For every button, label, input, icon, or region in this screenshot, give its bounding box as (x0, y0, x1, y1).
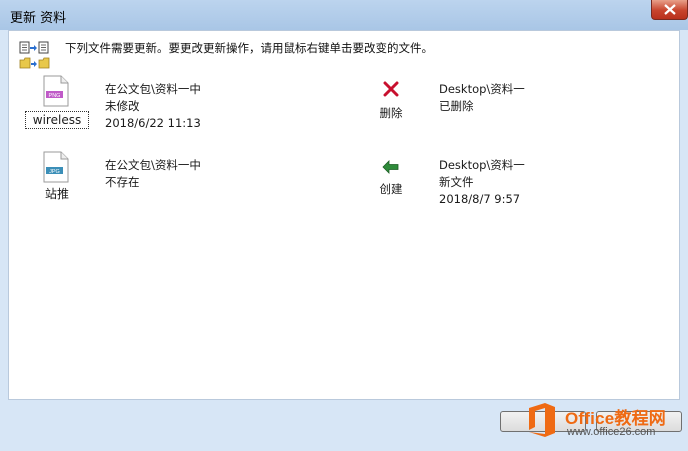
list-item[interactable]: PNG wireless 在公文包\资料一中 未修改 2018/6/22 11:… (9, 75, 681, 145)
source-status: 不存在 (105, 175, 140, 189)
action-label: 删除 (379, 106, 403, 120)
jpg-file-icon: JPG (43, 151, 69, 183)
instruction-text: 下列文件需要更新。要更改更新操作，请用鼠标右键单击要改变的文件。 (65, 41, 433, 55)
update-dialog: 更新 资料 下列文件需要更新。要更改更新操作，请用鼠标右键单击要改变的文件。 P… (0, 0, 688, 451)
source-info: 在公文包\资料一中 未修改 2018/6/22 11:13 (105, 81, 201, 132)
target-status: 新文件 (439, 175, 474, 189)
target-path: Desktop\资料一 (439, 82, 525, 96)
file-name[interactable]: wireless (25, 111, 89, 129)
sync-files-icon (19, 41, 50, 69)
delete-x-icon (383, 81, 399, 97)
source-path: 在公文包\资料一中 (105, 158, 201, 172)
source-time: 2018/6/22 11:13 (105, 116, 201, 130)
target-time: 2018/8/7 9:57 (439, 192, 521, 206)
window-title: 更新 资料 (10, 11, 67, 26)
close-button[interactable] (651, 0, 688, 20)
close-icon (664, 4, 676, 15)
svg-text:PNG: PNG (49, 93, 61, 99)
list-item[interactable]: JPG 站推 在公文包\资料一中 不存在 创建 Desktop\资料一 新文件 … (9, 151, 681, 221)
source-path: 在公文包\资料一中 (105, 82, 201, 96)
action-create[interactable]: 创建 (363, 157, 419, 197)
watermark-logo: Office教程网 www.office26.com (523, 398, 688, 448)
office-logo-icon (529, 403, 555, 437)
source-status: 未修改 (105, 99, 140, 113)
file-name[interactable]: 站推 (29, 185, 85, 202)
target-info: Desktop\资料一 已删除 (439, 81, 525, 115)
title-bar: 更新 资料 (0, 0, 688, 30)
content-pane: 下列文件需要更新。要更改更新操作，请用鼠标右键单击要改变的文件。 PNG wir… (8, 30, 680, 400)
svg-text:JPG: JPG (49, 169, 60, 175)
source-info: 在公文包\资料一中 不存在 (105, 157, 201, 191)
png-file-icon: PNG (43, 75, 69, 107)
target-status: 已删除 (439, 99, 474, 113)
action-label: 创建 (379, 182, 403, 196)
arrow-left-icon (382, 160, 399, 174)
target-path: Desktop\资料一 (439, 158, 525, 172)
action-delete[interactable]: 删除 (363, 81, 419, 121)
watermark-url: www.office26.com (567, 426, 656, 438)
target-info: Desktop\资料一 新文件 2018/8/7 9:57 (439, 157, 525, 208)
